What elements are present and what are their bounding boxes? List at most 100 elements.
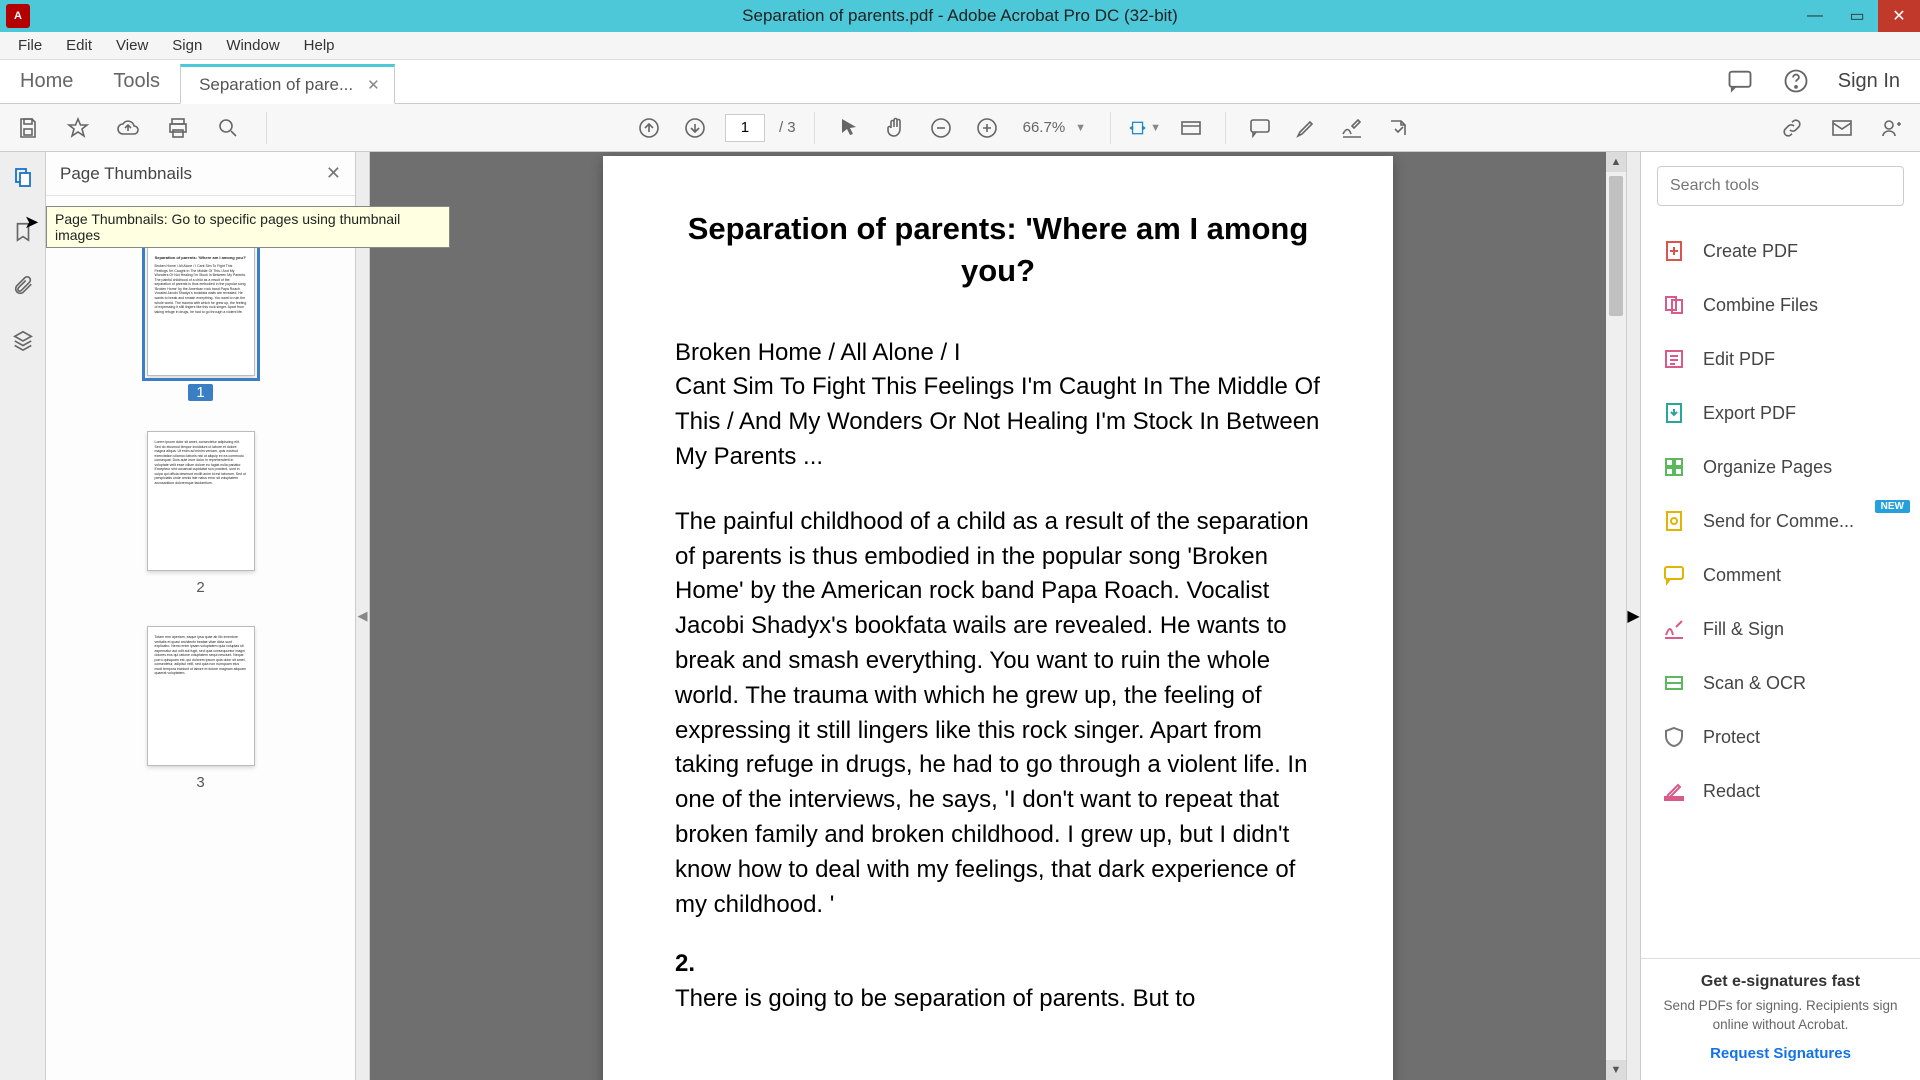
tool-label: Combine Files: [1703, 295, 1818, 316]
tool-label: Organize Pages: [1703, 457, 1832, 478]
chevron-right-icon: ▶: [1627, 606, 1639, 626]
tool-label: Comment: [1703, 565, 1781, 586]
menu-sign[interactable]: Sign: [162, 35, 212, 56]
search-tools-input[interactable]: [1657, 166, 1904, 206]
page-total-label: / 3: [779, 119, 796, 136]
help-icon[interactable]: [1782, 67, 1810, 95]
star-icon[interactable]: [62, 112, 94, 144]
attachments-rail-icon[interactable]: [9, 272, 37, 300]
zoom-out-icon[interactable]: [925, 112, 957, 144]
find-icon[interactable]: [212, 112, 244, 144]
menu-help[interactable]: Help: [294, 35, 345, 56]
tool-item-organize[interactable]: Organize Pages: [1641, 440, 1920, 494]
signature-promo: Get e-signatures fast Send PDFs for sign…: [1641, 958, 1920, 1080]
chevron-down-icon: ▼: [1075, 122, 1086, 134]
tab-tools[interactable]: Tools: [93, 60, 180, 103]
combine-icon: [1661, 292, 1687, 318]
new-badge: NEW: [1875, 500, 1910, 513]
edit-icon: [1661, 346, 1687, 372]
tab-bar: Home Tools Separation of pare... ✕ Sign …: [0, 60, 1920, 104]
tool-item-edit[interactable]: Edit PDF: [1641, 332, 1920, 386]
thumbnail-page-3[interactable]: Totam rem aperiam, eaque ipsa quae ab il…: [147, 626, 255, 791]
tab-home[interactable]: Home: [0, 60, 93, 103]
document-scrollbar[interactable]: ▲ ▼: [1606, 152, 1626, 1080]
organize-icon: [1661, 454, 1687, 480]
previous-page-icon[interactable]: [633, 112, 665, 144]
menu-view[interactable]: View: [106, 35, 158, 56]
close-tab-icon[interactable]: ✕: [367, 76, 380, 94]
scrollbar-thumb[interactable]: [1609, 176, 1623, 316]
thumbnail-page-2[interactable]: Lorem ipsum dolor sit amet, consectetur …: [147, 431, 255, 596]
scan-icon: [1661, 670, 1687, 696]
menu-edit[interactable]: Edit: [56, 35, 102, 56]
tool-item-export[interactable]: Export PDF: [1641, 386, 1920, 440]
chevron-left-icon: ◀: [358, 608, 368, 624]
layers-rail-icon[interactable]: [9, 326, 37, 354]
page-thumbnails-rail-icon[interactable]: [9, 164, 37, 192]
scroll-down-icon[interactable]: ▼: [1606, 1060, 1626, 1080]
share-icon[interactable]: [1876, 112, 1908, 144]
tool-item-protect[interactable]: Protect: [1641, 710, 1920, 764]
minimize-button[interactable]: —: [1794, 0, 1836, 32]
section-number-2: 2.: [675, 950, 1321, 978]
tools-list: Create PDF Combine Files Edit PDF Export PD…: [1641, 220, 1920, 958]
maximize-button[interactable]: ▭: [1836, 0, 1878, 32]
hand-tool-icon[interactable]: [879, 112, 911, 144]
scroll-up-icon[interactable]: ▲: [1606, 152, 1626, 172]
thumbnail-page-1[interactable]: Separation of parents: 'Where am I among…: [147, 246, 255, 401]
app-icon: A: [6, 4, 30, 28]
page-display-icon[interactable]: [1175, 112, 1207, 144]
stamp-icon[interactable]: [1382, 112, 1414, 144]
fillsign-icon: [1661, 616, 1687, 642]
thumbnail-number: 1: [188, 384, 212, 401]
tool-item-send[interactable]: Send for Comme... NEW: [1641, 494, 1920, 548]
save-icon[interactable]: [12, 112, 44, 144]
tool-label: Send for Comme...: [1703, 511, 1854, 532]
window-title: Separation of parents.pdf - Adobe Acroba…: [742, 6, 1178, 26]
document-tab[interactable]: Separation of pare... ✕: [180, 64, 395, 104]
thumbnails-header: Page Thumbnails ✕: [46, 152, 355, 196]
tool-item-redact[interactable]: Redact: [1641, 764, 1920, 818]
document-view[interactable]: Separation of parents: 'Where am I among…: [370, 152, 1626, 1080]
tool-item-scan[interactable]: Scan & OCR: [1641, 656, 1920, 710]
next-page-icon[interactable]: [679, 112, 711, 144]
page-number-input[interactable]: [725, 114, 765, 142]
add-comment-icon[interactable]: [1244, 112, 1276, 144]
document-paragraph-1: The painful childhood of a child as a re…: [675, 505, 1321, 923]
zoom-level-dropdown[interactable]: 66.7% ▼: [1017, 119, 1092, 136]
tool-item-fillsign[interactable]: Fill & Sign: [1641, 602, 1920, 656]
highlight-icon[interactable]: [1290, 112, 1322, 144]
link-icon[interactable]: [1776, 112, 1808, 144]
selection-tool-icon[interactable]: [833, 112, 865, 144]
print-icon[interactable]: [162, 112, 194, 144]
sign-icon[interactable]: [1336, 112, 1368, 144]
tool-label: Fill & Sign: [1703, 619, 1784, 640]
bookmarks-rail-icon[interactable]: [9, 218, 37, 246]
request-signatures-link[interactable]: Request Signatures: [1657, 1045, 1904, 1062]
main-toolbar: / 3 66.7% ▼ ▼: [0, 104, 1920, 152]
email-icon[interactable]: [1826, 112, 1858, 144]
fit-width-icon[interactable]: ▼: [1129, 112, 1161, 144]
menu-file[interactable]: File: [8, 35, 52, 56]
tool-label: Scan & OCR: [1703, 673, 1806, 694]
tool-item-create[interactable]: Create PDF: [1641, 224, 1920, 278]
zoom-in-icon[interactable]: [971, 112, 1003, 144]
right-splitter[interactable]: ▶: [1626, 152, 1640, 1080]
menu-bar: File Edit View Sign Window Help: [0, 32, 1920, 60]
cloud-upload-icon[interactable]: [112, 112, 144, 144]
protect-icon: [1661, 724, 1687, 750]
left-splitter[interactable]: ◀: [356, 152, 370, 1080]
left-nav-rail: [0, 152, 46, 1080]
menu-window[interactable]: Window: [216, 35, 289, 56]
document-tab-label: Separation of pare...: [199, 75, 353, 95]
close-button[interactable]: ✕: [1878, 0, 1920, 32]
send-icon: [1661, 508, 1687, 534]
zoom-level-label: 66.7%: [1023, 119, 1066, 136]
tool-label: Export PDF: [1703, 403, 1796, 424]
tool-item-comment[interactable]: Comment: [1641, 548, 1920, 602]
close-panel-icon[interactable]: ✕: [326, 163, 341, 184]
notifications-icon[interactable]: [1726, 67, 1754, 95]
thumbnails-tooltip: Page Thumbnails: Go to specific pages us…: [46, 206, 450, 248]
tool-item-combine[interactable]: Combine Files: [1641, 278, 1920, 332]
sign-in-link[interactable]: Sign In: [1838, 70, 1900, 93]
